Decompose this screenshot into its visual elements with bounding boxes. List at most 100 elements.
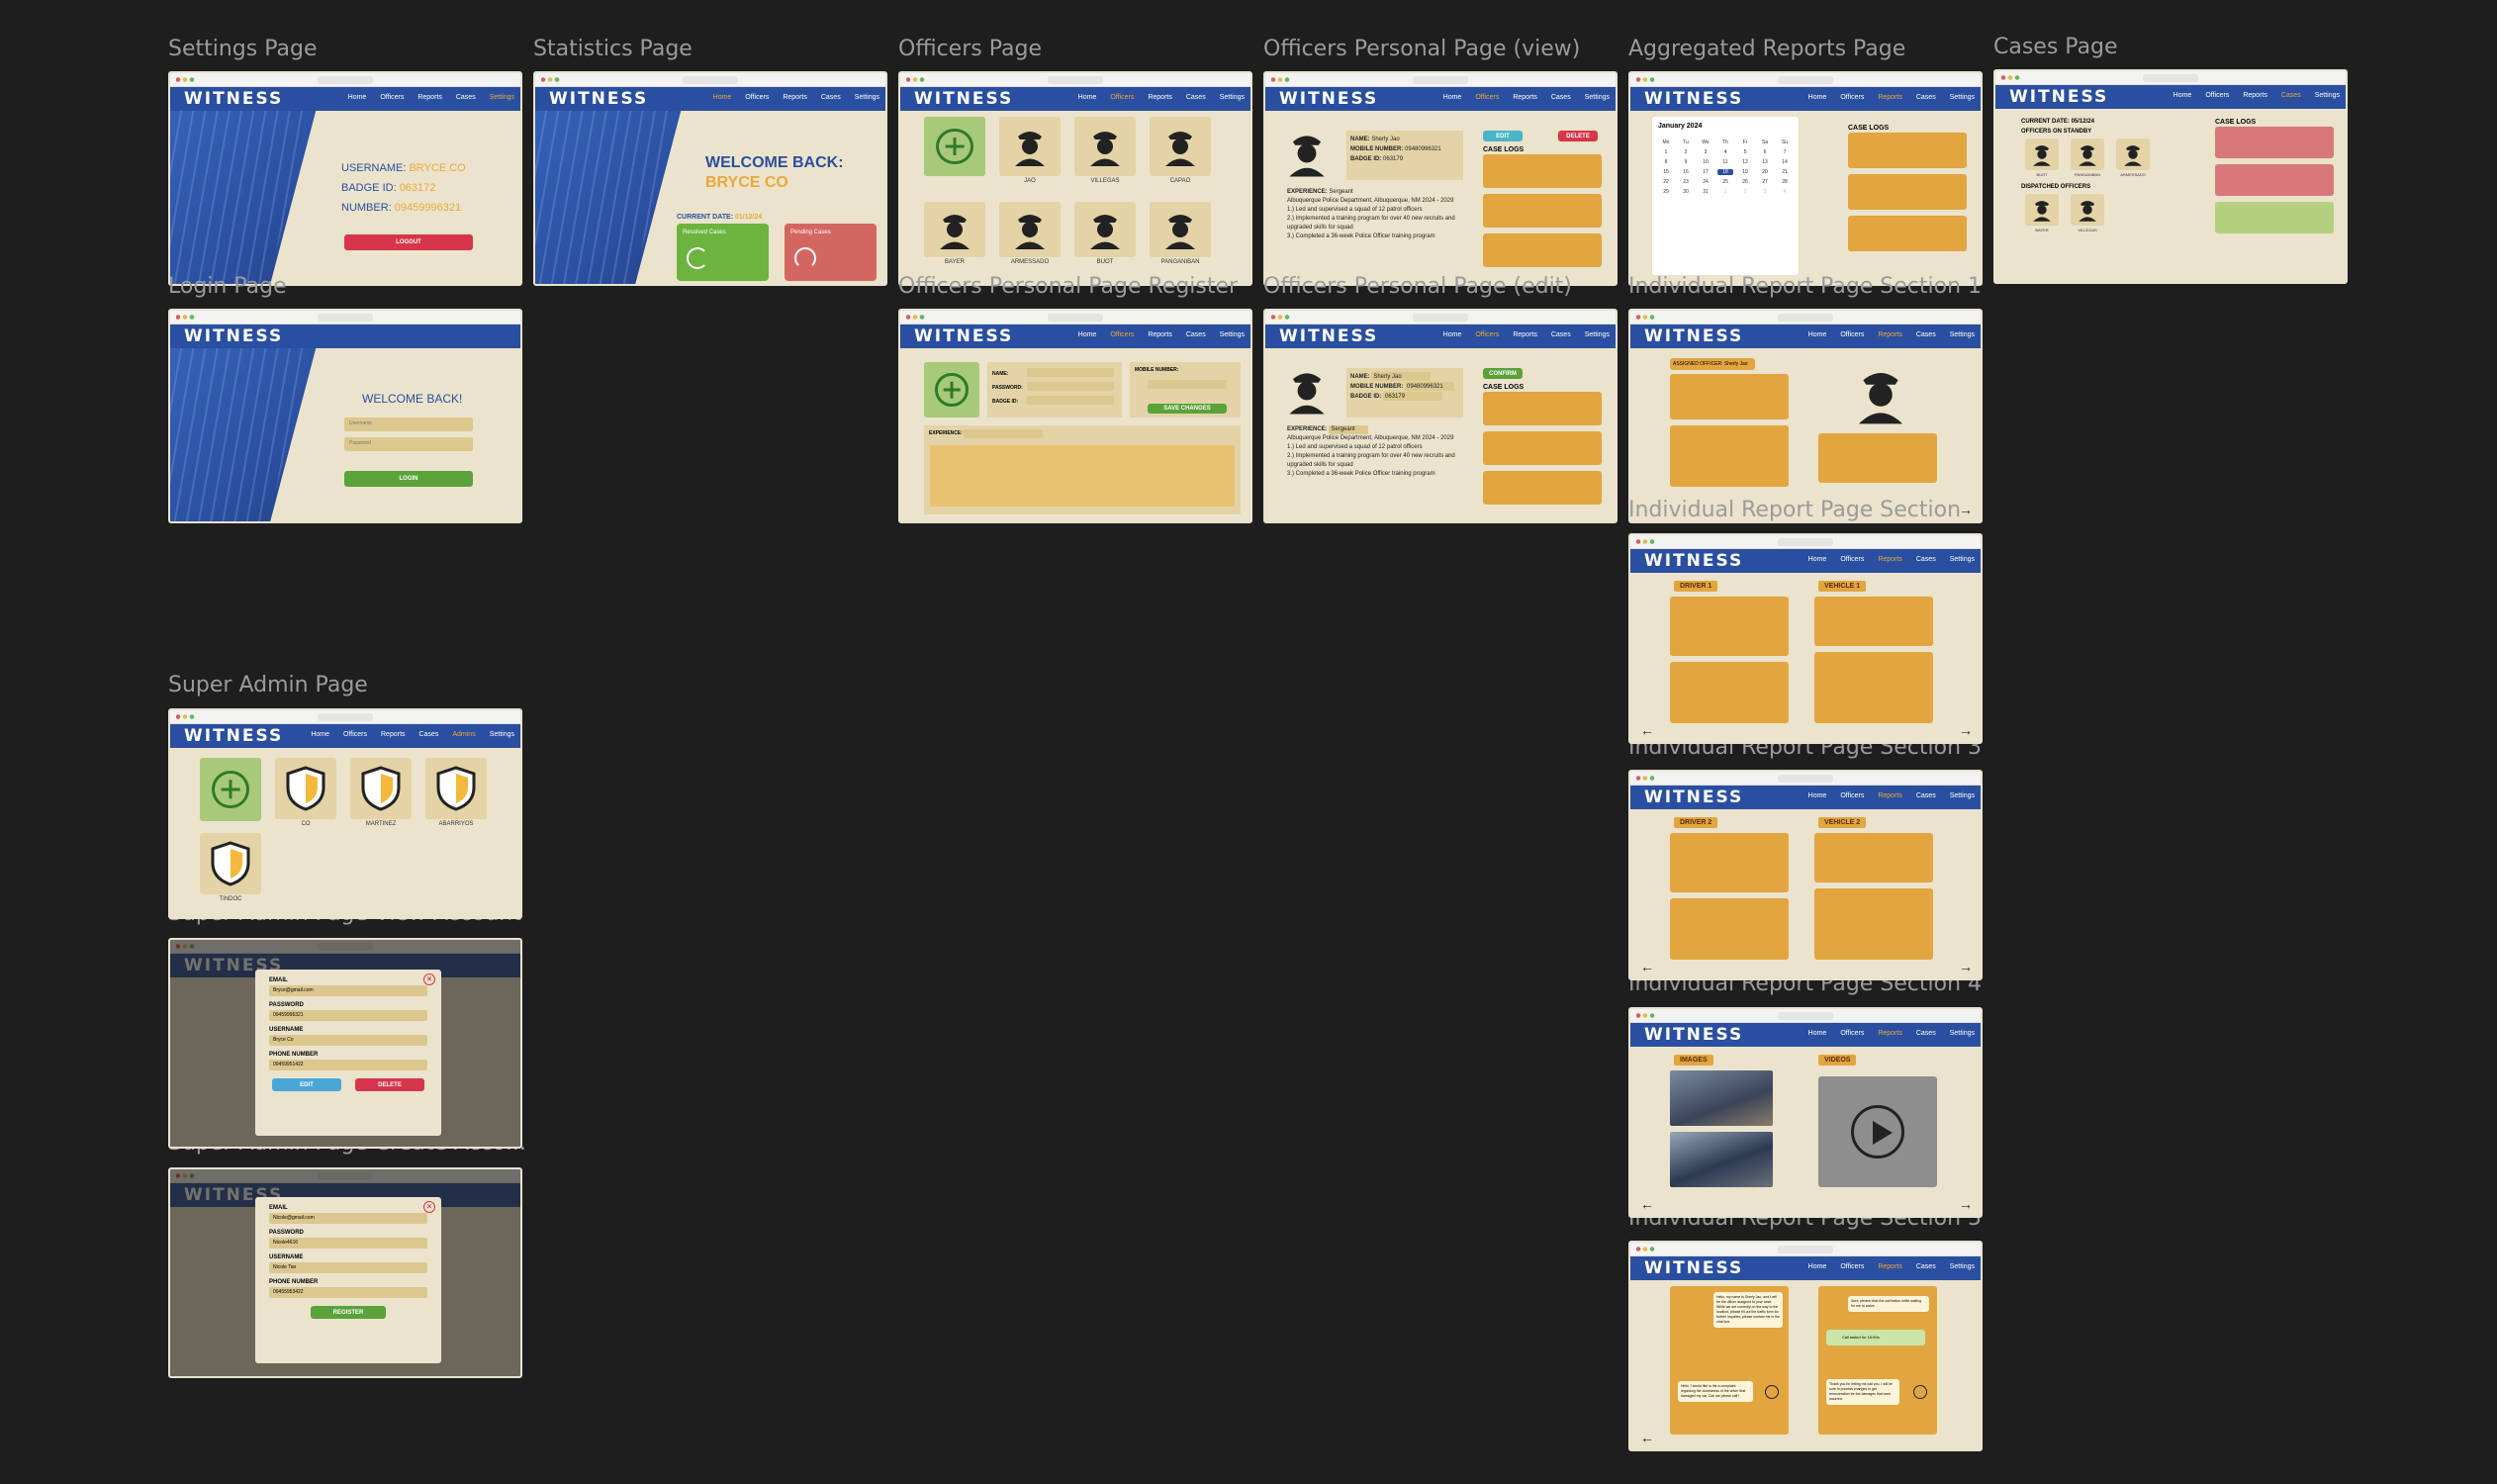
nav-reports[interactable]: Reports bbox=[2243, 92, 2267, 99]
calendar-day[interactable]: 3 bbox=[1757, 189, 1773, 195]
calendar-day[interactable]: 24 bbox=[1698, 179, 1713, 185]
nav-cases[interactable]: Cases bbox=[2281, 92, 2301, 99]
nav-admins[interactable]: Admins bbox=[452, 731, 475, 738]
experience-textarea[interactable] bbox=[930, 445, 1235, 507]
nav-settings[interactable]: Settings bbox=[1220, 94, 1245, 101]
password-input[interactable] bbox=[1027, 382, 1114, 391]
frame-report4[interactable]: WITNESS Home Officers Reports Cases Sett… bbox=[1628, 1007, 1983, 1218]
badge-input[interactable]: 063179 bbox=[1383, 392, 1443, 401]
nav-officers[interactable]: Officers bbox=[1840, 1030, 1864, 1037]
prev-arrow-icon[interactable]: ← bbox=[1640, 1430, 1654, 1445]
calendar-day[interactable]: 4 bbox=[1777, 189, 1793, 195]
case-log-card[interactable] bbox=[1483, 392, 1602, 425]
nav-officers[interactable]: Officers bbox=[2205, 92, 2229, 99]
nav-reports[interactable]: Reports bbox=[1878, 1030, 1902, 1037]
nav-home[interactable]: Home bbox=[1078, 331, 1097, 338]
rank-input[interactable]: Sergeant bbox=[1329, 425, 1369, 434]
nav-officers[interactable]: Officers bbox=[1475, 331, 1499, 338]
calendar-day[interactable]: 18 bbox=[1717, 169, 1733, 175]
nav-home[interactable]: Home bbox=[1808, 1030, 1827, 1037]
case-log-card[interactable] bbox=[1483, 233, 1602, 267]
case-log-card[interactable] bbox=[1483, 194, 1602, 228]
add-officer-button[interactable] bbox=[924, 117, 985, 176]
frame-superadmin-view[interactable]: WITNESS × EMAIL Bryce@gmail.com PASSWORD… bbox=[168, 938, 522, 1149]
frame-report2[interactable]: WITNESS Home Officers Reports Cases Sett… bbox=[1628, 533, 1983, 744]
calendar-day[interactable]: 5 bbox=[1737, 149, 1753, 155]
nav-reports[interactable]: Reports bbox=[1513, 331, 1537, 338]
frame-statistics[interactable]: WITNESS Home Officers Reports Cases Sett… bbox=[533, 71, 887, 286]
username-input[interactable]: Username bbox=[344, 417, 473, 431]
register-button[interactable]: REGISTER bbox=[311, 1306, 386, 1319]
calendar-day[interactable]: 15 bbox=[1658, 169, 1674, 175]
calendar-day[interactable]: 2 bbox=[1737, 189, 1753, 195]
calendar-day[interactable]: 2 bbox=[1678, 149, 1694, 155]
upload-photo-button[interactable] bbox=[924, 362, 979, 417]
nav-settings[interactable]: Settings bbox=[490, 94, 514, 101]
frame-settings[interactable]: WITNESS Home Officers Reports Cases Sett… bbox=[168, 71, 522, 286]
nav-settings[interactable]: Settings bbox=[1585, 94, 1610, 101]
name-input[interactable] bbox=[1027, 368, 1114, 377]
frame-officer-register[interactable]: WITNESS Home Officers Reports Cases Sett… bbox=[898, 309, 1252, 523]
calendar-day[interactable]: 19 bbox=[1737, 169, 1753, 175]
nav-home[interactable]: Home bbox=[348, 94, 367, 101]
nav-officers[interactable]: Officers bbox=[745, 94, 769, 101]
nav-cases[interactable]: Cases bbox=[419, 731, 439, 738]
officer-card[interactable]: ARMESSADO bbox=[2116, 139, 2150, 177]
nav-reports[interactable]: Reports bbox=[1878, 94, 1902, 101]
delete-button[interactable]: DELETE bbox=[355, 1078, 424, 1091]
frame-aggregated[interactable]: WITNESS Home Officers Reports Cases Sett… bbox=[1628, 71, 1983, 286]
nav-home[interactable]: Home bbox=[1808, 1263, 1827, 1270]
play-icon[interactable] bbox=[1851, 1105, 1904, 1159]
prev-arrow-icon[interactable]: ← bbox=[1640, 1196, 1654, 1212]
close-icon[interactable]: × bbox=[423, 1201, 435, 1213]
nav-cases[interactable]: Cases bbox=[1916, 331, 1936, 338]
badge-input[interactable] bbox=[1027, 396, 1114, 405]
experience-title-input[interactable] bbox=[964, 429, 1043, 438]
case-log-card[interactable] bbox=[1483, 431, 1602, 465]
officer-card[interactable]: JAO bbox=[999, 117, 1061, 188]
officer-card[interactable]: PANGANIBAN bbox=[1150, 202, 1211, 273]
nav-cases[interactable]: Cases bbox=[1186, 331, 1206, 338]
nav-reports[interactable]: Reports bbox=[1878, 556, 1902, 563]
delete-button[interactable]: DELETE bbox=[1558, 131, 1598, 141]
calendar-day[interactable]: 31 bbox=[1698, 189, 1713, 195]
calendar-day[interactable]: 12 bbox=[1737, 159, 1753, 165]
calendar-day[interactable]: 6 bbox=[1757, 149, 1773, 155]
nav-settings[interactable]: Settings bbox=[1950, 331, 1975, 338]
nav-officers[interactable]: Officers bbox=[1840, 1263, 1864, 1270]
frame-officer-view[interactable]: WITNESS Home Officers Reports Cases Sett… bbox=[1263, 71, 1618, 286]
calendar-day[interactable]: 3 bbox=[1698, 149, 1713, 155]
save-changes-button[interactable]: SAVE CHANGES bbox=[1148, 404, 1227, 414]
admin-card[interactable]: TINDOC bbox=[200, 833, 261, 902]
calendar-day[interactable]: 25 bbox=[1717, 179, 1733, 185]
email-field[interactable]: Bryce@gmail.com bbox=[269, 985, 427, 996]
case-log-card-pending[interactable] bbox=[2215, 164, 2334, 196]
phone-field[interactable]: 09459951422 bbox=[269, 1060, 427, 1070]
officer-card[interactable]: BAYER bbox=[2025, 194, 2059, 232]
nav-settings[interactable]: Settings bbox=[490, 731, 514, 738]
admin-card[interactable]: MARTINEZ bbox=[350, 758, 412, 827]
nav-officers[interactable]: Officers bbox=[1110, 94, 1134, 101]
calendar-day[interactable]: 13 bbox=[1757, 159, 1773, 165]
nav-reports[interactable]: Reports bbox=[1878, 1263, 1902, 1270]
admin-card[interactable]: ABARRIYOS bbox=[425, 758, 487, 827]
nav-cases[interactable]: Cases bbox=[1916, 1030, 1936, 1037]
calendar-day[interactable]: 16 bbox=[1678, 169, 1694, 175]
nav-officers[interactable]: Officers bbox=[1840, 792, 1864, 799]
calendar-day[interactable]: 20 bbox=[1757, 169, 1773, 175]
nav-cases[interactable]: Cases bbox=[1186, 94, 1206, 101]
case-log-card[interactable] bbox=[1848, 216, 1967, 251]
nav-officers[interactable]: Officers bbox=[1840, 331, 1864, 338]
nav-settings[interactable]: Settings bbox=[855, 94, 879, 101]
frame-cases[interactable]: WITNESS Home Officers Reports Cases Sett… bbox=[1993, 69, 2348, 284]
frame-report3[interactable]: WITNESS Home Officers Reports Cases Sett… bbox=[1628, 770, 1983, 980]
calendar-day[interactable]: 1 bbox=[1717, 189, 1733, 195]
officer-card[interactable]: BUOT bbox=[2025, 139, 2059, 177]
nav-settings[interactable]: Settings bbox=[1950, 1263, 1975, 1270]
nav-cases[interactable]: Cases bbox=[1916, 1263, 1936, 1270]
username-field[interactable]: Nicole Tan bbox=[269, 1262, 427, 1273]
username-field[interactable]: Bryce Co bbox=[269, 1035, 427, 1046]
nav-officers[interactable]: Officers bbox=[380, 94, 404, 101]
login-button[interactable]: LOGIN bbox=[344, 471, 473, 487]
nav-cases[interactable]: Cases bbox=[456, 94, 476, 101]
